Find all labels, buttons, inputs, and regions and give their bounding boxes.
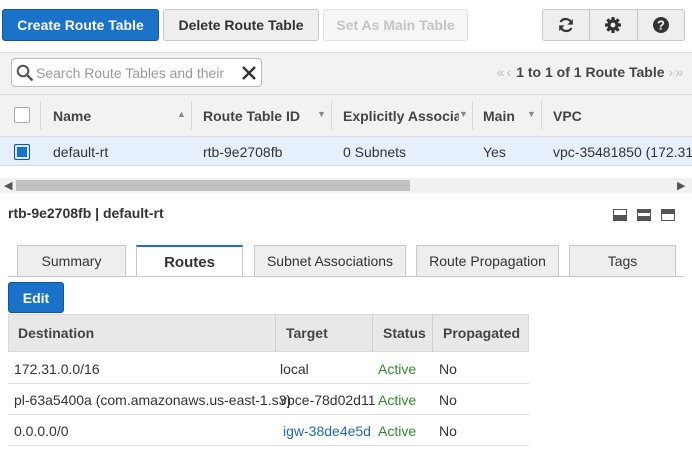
sort-ascending-icon[interactable]: ▲: [177, 109, 186, 119]
route-propagated: No: [439, 391, 457, 408]
help-button[interactable]: ?: [638, 10, 684, 40]
next-page-icon[interactable]: ›: [669, 64, 674, 80]
layout-bottom-icon[interactable]: [613, 209, 627, 221]
layout-split-icon[interactable]: [637, 209, 651, 221]
route-target: vpce-78d02d11: [280, 391, 376, 408]
svg-text:?: ?: [657, 18, 665, 33]
search-box[interactable]: [11, 58, 262, 87]
sort-icon[interactable]: ▼: [317, 109, 326, 119]
route-propagated: No: [439, 422, 457, 439]
route-destination: 0.0.0.0/0: [14, 422, 69, 439]
edit-button[interactable]: Edit: [8, 282, 64, 313]
select-all-checkbox[interactable]: [14, 107, 30, 123]
previous-page-icon[interactable]: ‹: [507, 64, 512, 80]
column-header-explicitly-associated[interactable]: Explicitly Associat: [343, 94, 459, 137]
layout-top-icon[interactable]: [661, 209, 675, 221]
tab-summary[interactable]: Summary: [17, 245, 126, 276]
tab-tags[interactable]: Tags: [569, 245, 676, 276]
row-checkbox[interactable]: [14, 144, 30, 160]
scroll-right-icon[interactable]: ▶: [677, 179, 685, 192]
column-header-name[interactable]: Name: [53, 94, 173, 137]
tab-subnet-associations[interactable]: Subnet Associations: [254, 245, 406, 276]
clear-icon[interactable]: [241, 65, 257, 81]
column-header-route-table-id[interactable]: Route Table ID: [203, 94, 313, 137]
cell-name: default-rt: [53, 143, 109, 160]
create-route-table-button[interactable]: Create Route Table: [2, 9, 159, 41]
cell-explicitly-associated: 0 Subnets: [343, 143, 407, 160]
settings-button[interactable]: [590, 10, 638, 40]
route-status: Active: [378, 391, 417, 408]
column-header-main[interactable]: Main: [483, 94, 523, 137]
cell-main: Yes: [483, 143, 506, 160]
routes-column-propagated: Propagated: [443, 325, 521, 341]
cell-vpc: vpc-35481850 (172.31.0: [553, 143, 692, 160]
pagination: « ‹ 1 to 1 of 1 Route Table › »: [496, 62, 684, 82]
tab-routes[interactable]: Routes: [136, 245, 243, 277]
cell-route-table-id: rtb-9e2708fb: [203, 143, 283, 160]
routes-column-target: Target: [286, 325, 328, 341]
first-page-icon[interactable]: «: [497, 64, 505, 80]
search-icon: [16, 64, 34, 81]
tab-divider: [8, 276, 684, 277]
gear-icon: [605, 17, 622, 33]
route-destination: 172.31.0.0/16: [14, 360, 100, 377]
route-status: Active: [378, 422, 417, 439]
toolbar-icon-group: ?: [542, 9, 685, 41]
delete-route-table-button[interactable]: Delete Route Table: [163, 9, 319, 41]
details-title: rtb-9e2708fb | default-rt: [8, 205, 164, 221]
refresh-icon: [559, 17, 573, 33]
scrollbar-thumb[interactable]: [16, 180, 410, 191]
routes-column-status: Status: [383, 325, 426, 341]
route-target: local: [280, 360, 309, 377]
sort-icon[interactable]: ▼: [459, 109, 468, 119]
routes-column-destination: Destination: [18, 325, 95, 341]
help-icon: ?: [652, 17, 669, 33]
sort-icon[interactable]: ▼: [527, 109, 536, 119]
set-as-main-table-button[interactable]: Set As Main Table: [323, 9, 468, 41]
route-status: Active: [378, 360, 417, 377]
route-target-link[interactable]: igw-38de4e5d: [283, 415, 371, 446]
last-page-icon[interactable]: »: [675, 64, 683, 80]
refresh-button[interactable]: [543, 10, 591, 40]
pagination-text: 1 to 1 of 1 Route Table: [516, 64, 665, 80]
route-destination: pl-63a5400a (com.amazonaws.us-east-1.s3): [14, 391, 292, 408]
scroll-left-icon[interactable]: ◀: [4, 179, 12, 192]
route-propagated: No: [439, 360, 457, 377]
column-header-vpc[interactable]: VPC: [553, 94, 633, 137]
tab-route-propagation[interactable]: Route Propagation: [416, 245, 559, 276]
search-input[interactable]: [34, 64, 241, 81]
